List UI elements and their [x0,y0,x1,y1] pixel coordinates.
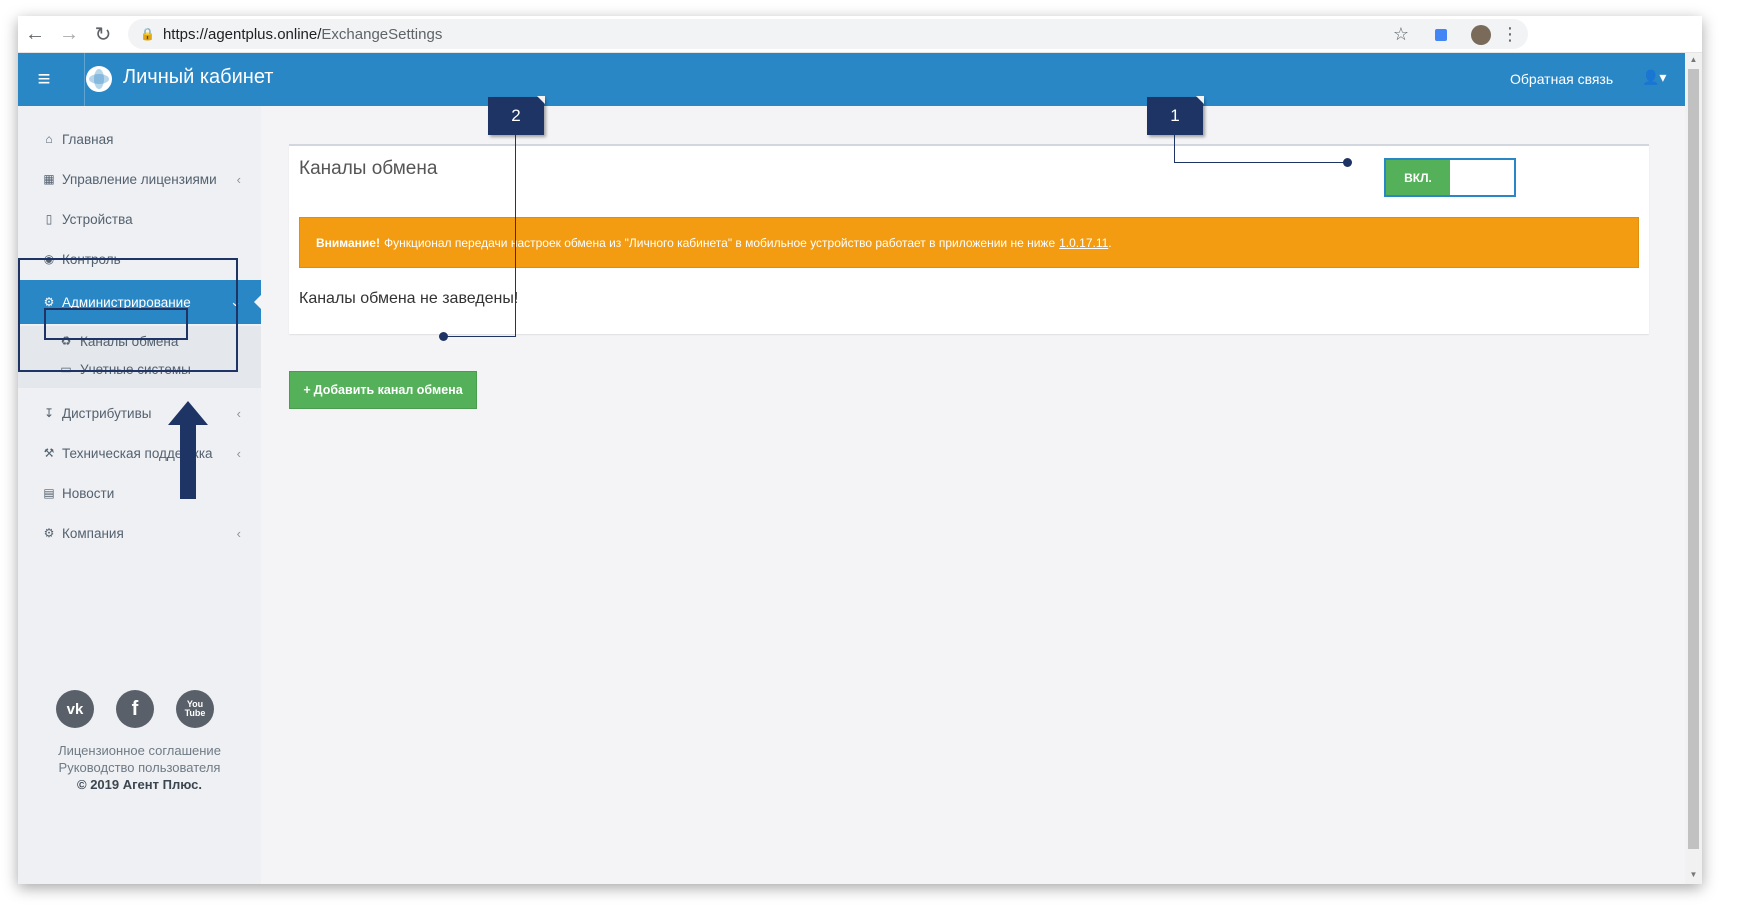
alert-text: Функционал передачи настроек обмена из "… [383,235,1056,250]
home-icon: ⌂ [45,132,53,146]
annotation-arrow-icon [168,401,208,499]
reload-icon[interactable]: ↻ [86,17,120,51]
callout-1: 1 [1147,96,1204,135]
sidebar-item-label: Дистрибутивы [62,405,152,421]
sidebar: ⌂ Главная ▦ Управление лицензиями ‹ ▯ Ус… [18,106,262,884]
copyright: © 2019 Агент Плюс. [77,777,202,792]
callout-2-dot [439,332,448,341]
screenshot-frame: ← → ↻ 🔒 https://agentplus.online/Exchang… [18,16,1702,884]
sidebar-item-devices[interactable]: ▯ Устройства [18,202,261,236]
toggle-on-label: ВКЛ. [1386,160,1450,195]
app-title: Личный кабинет [123,66,274,88]
enable-toggle[interactable]: ВКЛ. [1384,158,1516,197]
sitemap-icon: ▦ [43,172,55,186]
sidebar-item-label: Устройства [62,211,133,227]
mobile-icon: ▯ [45,212,53,226]
more-menu-icon[interactable]: ⋮ [1500,16,1520,53]
add-exchange-channel-button[interactable]: + Добавить канал обмена [289,371,477,409]
chevron-left-icon: ‹ [236,525,241,541]
wrench-icon: ⚒ [43,446,55,460]
browser-toolbar: ← → ↻ 🔒 https://agentplus.online/Exchang… [18,16,1702,53]
scroll-thumb[interactable] [1688,69,1699,849]
app-header: ≡ Личный кабинет Обратная связь 👤▾ [18,53,1685,106]
sidebar-item-support[interactable]: ⚒ Техническая поддержка ‹ [18,436,261,470]
callout-1-line [1174,162,1348,163]
chevron-left-icon: ‹ [236,445,241,461]
profile-avatar-icon[interactable] [1468,16,1494,53]
callout-1-line [1174,135,1175,163]
sidebar-item-licenses[interactable]: ▦ Управление лицензиями ‹ [18,162,261,196]
lock-icon: 🔒 [140,27,155,41]
newspaper-icon: ▤ [43,486,55,500]
callout-2: 2 [488,96,545,135]
address-bar[interactable]: 🔒 https://agentplus.online/ExchangeSetti… [128,19,1528,49]
add-button-label: Добавить канал обмена [313,383,463,397]
sidebar-item-label: Управление лицензиями [62,171,217,187]
back-icon[interactable]: ← [18,17,52,51]
warning-alert: Внимание! Функционал передачи настроек о… [299,217,1639,268]
hamburger-menu-icon[interactable]: ≡ [32,66,56,92]
alert-version: 1.0.17.11 [1059,235,1109,250]
sidebar-item-label: Новости [62,485,115,501]
callout-2-line [444,336,516,337]
sidebar-item-company[interactable]: ⚙ Компания ‹ [18,516,261,550]
forward-icon[interactable]: → [52,17,86,51]
sidebar-item-label: Компания [62,525,124,541]
sidebar-item-label: Главная [62,131,114,147]
chevron-left-icon: ‹ [236,405,241,421]
sidebar-item-news[interactable]: ▤ Новости [18,476,261,510]
social-links: vk f You Tube [56,690,214,728]
feedback-link[interactable]: Обратная связь [1510,71,1613,87]
download-icon: ↧ [43,406,55,420]
facebook-icon[interactable]: f [116,690,154,728]
exchange-channels-panel: Каналы обмена ВКЛ. Внимание! Функционал … [289,144,1649,334]
main-content: Каналы обмена ВКЛ. Внимание! Функционал … [261,106,1685,884]
scroll-down-icon[interactable]: ▼ [1685,870,1702,882]
logo-icon [86,66,112,92]
alert-strong: Внимание! [316,235,380,250]
guide-link[interactable]: Руководство пользователя [18,760,261,775]
chevron-left-icon: ‹ [236,171,241,187]
header-divider [84,53,85,106]
gear-icon: ⚙ [43,526,55,540]
scrollbar[interactable]: ▲ ▼ [1685,53,1702,884]
sidebar-item-distributions[interactable]: ↧ Дистрибутивы ‹ [18,396,261,430]
page-title: Каналы обмена [299,158,438,179]
bookmark-star-icon[interactable]: ☆ [1388,16,1414,53]
callout-1-dot [1343,158,1352,167]
empty-state-text: Каналы обмена не заведены! [299,290,519,307]
alert-end: . [1108,235,1112,250]
sidebar-item-home[interactable]: ⌂ Главная [18,122,261,156]
scroll-up-icon[interactable]: ▲ [1685,55,1702,67]
callout-2-line [515,135,516,336]
extension-icon[interactable] [1428,16,1454,53]
youtube-icon[interactable]: You Tube [176,690,214,728]
url-path: ExchangeSettings [321,25,443,43]
vk-icon[interactable]: vk [56,690,94,728]
license-link[interactable]: Лицензионное соглашение [18,743,261,758]
plus-icon: + [303,383,311,397]
url-host: https://agentplus.online/ [162,25,322,43]
user-menu-icon[interactable]: 👤▾ [1642,69,1666,86]
annotation-box-channels [44,308,188,340]
